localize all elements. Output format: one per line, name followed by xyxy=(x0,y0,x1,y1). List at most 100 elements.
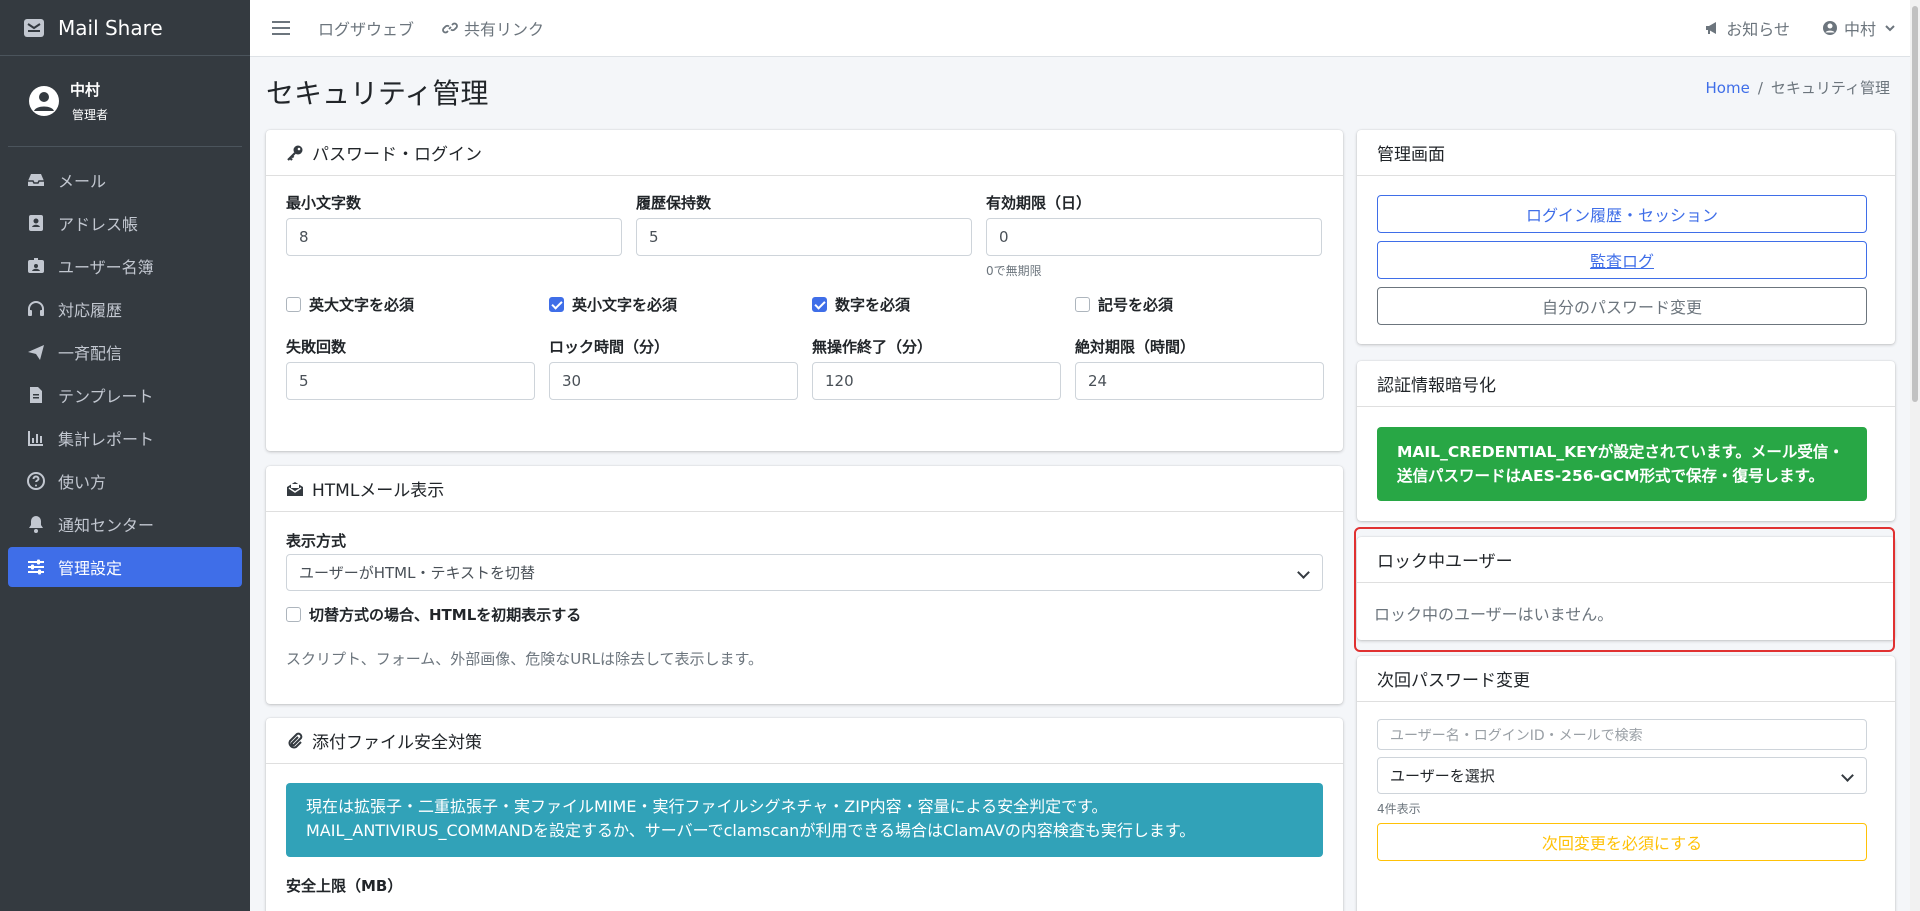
sidebar-item-label: 使い方 xyxy=(58,473,107,492)
user-count-text: 4件表示 xyxy=(1377,802,1421,816)
card-header: 管理画面 xyxy=(1357,130,1895,176)
require-next-change-button[interactable]: 次回変更を必須にする xyxy=(1377,823,1867,861)
user-select[interactable]: ユーザーを選択 xyxy=(1377,757,1867,794)
paperclip-icon xyxy=(288,732,303,748)
paper-plane-icon xyxy=(28,345,44,360)
expiry-days-label: 有効期限（日） xyxy=(986,194,1092,212)
envelope-open-icon xyxy=(287,481,303,496)
sanitize-note: スクリプト、フォーム、外部画像、危険なURLは除去して表示します。 xyxy=(286,650,764,668)
checkbox-label: 英大文字を必須 xyxy=(309,296,415,314)
card-title: パスワード・ログイン xyxy=(312,145,482,165)
checkbox-box[interactable] xyxy=(1075,297,1090,312)
checkbox-label: 英小文字を必須 xyxy=(572,296,678,314)
sidebar-item-label: 通知センター xyxy=(58,516,155,535)
sidebar-item-address-book[interactable]: アドレス帳 xyxy=(8,203,242,243)
credential-encryption-card: 認証情報暗号化 MAIL_CREDENTIAL_KEYが設定されています。メール… xyxy=(1357,361,1895,521)
absolute-timeout-input[interactable]: 24 xyxy=(1075,362,1324,400)
id-badge-icon xyxy=(28,258,44,273)
audit-log-button[interactable]: 監査ログ xyxy=(1377,241,1867,279)
checkbox-label: 切替方式の場合、HTMLを初期表示する xyxy=(309,606,582,624)
breadcrumb: Home / セキュリティ管理 xyxy=(1706,77,1890,98)
user-circle-icon xyxy=(1822,21,1837,35)
page-scrollbar[interactable] xyxy=(1910,0,1920,911)
topbar: ログザウェブ 共有リンク お知らせ 中村 xyxy=(250,0,1910,57)
min-length-input[interactable]: 8 xyxy=(286,218,622,256)
card-header: 認証情報暗号化 xyxy=(1357,361,1895,407)
sidebar-item-label: テンプレート xyxy=(58,387,154,406)
login-history-button[interactable]: ログイン履歴・セッション xyxy=(1377,195,1867,233)
headset-icon xyxy=(28,301,44,316)
checkbox-box[interactable] xyxy=(286,607,301,622)
top-link-label: 共有リンク xyxy=(464,20,545,39)
checkbox-box[interactable] xyxy=(549,297,564,312)
require-uppercase-checkbox[interactable]: 英大文字を必須 xyxy=(286,294,414,315)
brand[interactable]: Mail Share xyxy=(0,0,250,56)
sidebar-nav: メール アドレス帳 ユーザー名簿 対応履歴 一斉配信 テンプレート 集計レポート xyxy=(0,147,250,597)
sidebar-item-notification-center[interactable]: 通知センター xyxy=(8,504,242,544)
question-circle-icon xyxy=(27,472,45,490)
lock-time-label: ロック時間（分） xyxy=(549,338,670,356)
card-header: 添付ファイル安全対策 xyxy=(266,718,1343,764)
sidebar-item-templates[interactable]: テンプレート xyxy=(8,375,242,415)
absolute-timeout-label: 絶対期限（時間） xyxy=(1075,338,1196,356)
address-book-icon xyxy=(29,215,43,231)
user-role: 管理者 xyxy=(72,108,109,122)
idle-timeout-label: 無操作終了（分） xyxy=(812,338,933,356)
card-title: HTMLメール表示 xyxy=(312,481,445,501)
megaphone-icon xyxy=(1706,22,1717,34)
sidebar-item-label: アドレス帳 xyxy=(58,215,139,234)
sidebar-item-reports[interactable]: 集計レポート xyxy=(8,418,242,458)
info-line-2: MAIL_ANTIVIRUS_COMMANDを設定するか、サーバーでclamsc… xyxy=(306,821,1196,840)
breadcrumb-home[interactable]: Home xyxy=(1706,79,1750,97)
sidebar-item-broadcast[interactable]: 一斉配信 xyxy=(8,332,242,372)
top-link-logzaweb[interactable]: ログザウェブ xyxy=(318,16,414,40)
sidebar-item-label: メール xyxy=(58,172,107,191)
user-panel[interactable]: 中村 管理者 xyxy=(8,56,242,147)
hamburger-menu-icon[interactable] xyxy=(272,19,290,37)
history-count-input[interactable]: 5 xyxy=(636,218,972,256)
change-password-button[interactable]: 自分のパスワード変更 xyxy=(1377,287,1867,325)
display-mode-label: 表示方式 xyxy=(286,532,347,550)
notifications-label: お知らせ xyxy=(1726,20,1790,39)
fail-count-input[interactable]: 5 xyxy=(286,362,535,400)
lock-time-input[interactable]: 30 xyxy=(549,362,798,400)
sidebar-item-help[interactable]: 使い方 xyxy=(8,461,242,501)
sidebar-item-user-directory[interactable]: ユーザー名簿 xyxy=(8,246,242,286)
sidebar-item-label: 集計レポート xyxy=(58,430,155,449)
card-header: HTMLメール表示 xyxy=(266,466,1343,512)
require-digit-checkbox[interactable]: 数字を必須 xyxy=(812,294,910,315)
attachment-info-alert: 現在は拡張子・二重拡張子・実ファイルMIME・実行ファイルシグネチャ・ZIP内容… xyxy=(286,783,1323,857)
checkbox-label: 記号を必須 xyxy=(1098,296,1174,314)
sidebar-item-mail[interactable]: メール xyxy=(8,160,242,200)
idle-timeout-input[interactable]: 120 xyxy=(812,362,1061,400)
sidebar-item-history[interactable]: 対応履歴 xyxy=(8,289,242,329)
fail-count-label: 失敗回数 xyxy=(286,338,347,356)
notifications-link[interactable]: お知らせ xyxy=(1704,16,1790,40)
sidebar-item-label: 対応履歴 xyxy=(58,301,123,320)
checkbox-label: 数字を必須 xyxy=(835,296,911,314)
card-title: 添付ファイル安全対策 xyxy=(312,733,482,753)
card-title: 管理画面 xyxy=(1377,145,1445,165)
sidebar: Mail Share 中村 管理者 メール アドレス帳 ユーザー名簿 対応履歴 … xyxy=(0,0,250,911)
user-menu[interactable]: 中村 xyxy=(1822,16,1898,40)
next-password-change-card: 次回パスワード変更 ユーザー名・ログインID・メールで検索 ユーザーを選択 4件… xyxy=(1357,656,1895,911)
encryption-status-alert: MAIL_CREDENTIAL_KEYが設定されています。メール受信・送信パスワ… xyxy=(1377,427,1867,501)
html-mail-card: HTMLメール表示 表示方式 ユーザーがHTML・テキストを切替 切替方式の場合… xyxy=(266,466,1343,704)
user-search-input[interactable]: ユーザー名・ログインID・メールで検索 xyxy=(1377,719,1867,750)
display-mode-select[interactable]: ユーザーがHTML・テキストを切替 xyxy=(286,554,1323,591)
sidebar-item-admin-settings[interactable]: 管理設定 xyxy=(8,547,242,587)
checkbox-box[interactable] xyxy=(812,297,827,312)
require-lowercase-checkbox[interactable]: 英小文字を必須 xyxy=(549,294,677,315)
brand-name: Mail Share xyxy=(58,15,163,40)
top-link-shared-links[interactable]: 共有リンク xyxy=(442,16,544,40)
link-icon xyxy=(442,22,458,34)
user-circle-icon xyxy=(29,86,59,116)
card-header: パスワード・ログイン xyxy=(266,130,1343,176)
checkbox-box[interactable] xyxy=(286,297,301,312)
expiry-days-input[interactable]: 0 xyxy=(986,218,1322,256)
default-html-checkbox[interactable]: 切替方式の場合、HTMLを初期表示する xyxy=(286,604,581,625)
require-symbol-checkbox[interactable]: 記号を必須 xyxy=(1075,294,1173,315)
locked-users-highlight xyxy=(1354,527,1895,652)
scrollbar-thumb[interactable] xyxy=(1912,6,1918,402)
topbar-right: お知らせ 中村 xyxy=(1672,0,1910,56)
